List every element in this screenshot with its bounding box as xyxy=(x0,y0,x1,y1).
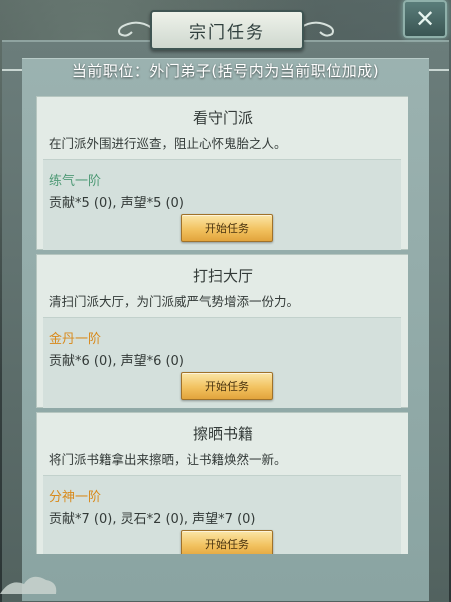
title-wing-right xyxy=(300,21,334,37)
task-description: 在门派外围进行巡查，阻止心怀鬼胎之人。 xyxy=(49,136,287,151)
task-card: 看守门派 在门派外围进行巡查，阻止心怀鬼胎之人。 练气一阶 贡献*5 (0), … xyxy=(36,96,408,250)
title-wing-left xyxy=(118,21,152,37)
dialog-title-tab: 宗门任务 xyxy=(150,10,304,50)
current-rank-text: 当前职位：外门弟子(括号内为当前职位加成) xyxy=(71,62,380,80)
task-description: 将门派书籍拿出来擦晒，让书籍焕然一新。 xyxy=(49,452,287,467)
dialog-title: 宗门任务 xyxy=(189,22,265,43)
task-card: 打扫大厅 清扫门派大厅，为门派威严气势增添一份力。 金丹一阶 贡献*6 (0),… xyxy=(36,254,408,408)
task-reward: 贡献*6 (0), 声望*6 (0) xyxy=(49,354,184,369)
task-reward: 贡献*5 (0), 声望*5 (0) xyxy=(49,196,184,211)
task-card: 擦晒书籍 将门派书籍拿出来擦晒，让书籍焕然一新。 分神一阶 贡献*7 (0), … xyxy=(36,412,408,554)
task-reward: 贡献*7 (0), 灵石*2 (0), 声望*7 (0) xyxy=(49,512,256,527)
task-name: 擦晒书籍 xyxy=(192,425,253,443)
start-task-button[interactable]: 开始任务 xyxy=(181,214,273,242)
task-detail-box: 分神一阶 贡献*7 (0), 灵石*2 (0), 声望*7 (0) 开始任务 xyxy=(43,475,401,554)
task-name: 看守门派 xyxy=(192,109,253,127)
task-name: 打扫大厅 xyxy=(192,267,253,285)
task-tier: 分神一阶 xyxy=(49,490,102,505)
task-list[interactable]: 看守门派 在门派外围进行巡查，阻止心怀鬼胎之人。 练气一阶 贡献*5 (0), … xyxy=(36,96,408,554)
task-tier: 金丹一阶 xyxy=(49,332,102,347)
close-button[interactable]: ✕ xyxy=(403,0,447,38)
task-detail-box: 练气一阶 贡献*5 (0), 声望*5 (0) 开始任务 xyxy=(43,159,401,250)
task-tier: 练气一阶 xyxy=(49,174,102,189)
cloud-ornament xyxy=(0,576,57,594)
task-detail-box: 金丹一阶 贡献*6 (0), 声望*6 (0) 开始任务 xyxy=(43,317,401,408)
start-task-button[interactable]: 开始任务 xyxy=(181,530,273,554)
close-x-icon: ✕ xyxy=(414,5,436,33)
start-task-button[interactable]: 开始任务 xyxy=(181,372,273,400)
task-description: 清扫门派大厅，为门派威严气势增添一份力。 xyxy=(49,294,300,309)
